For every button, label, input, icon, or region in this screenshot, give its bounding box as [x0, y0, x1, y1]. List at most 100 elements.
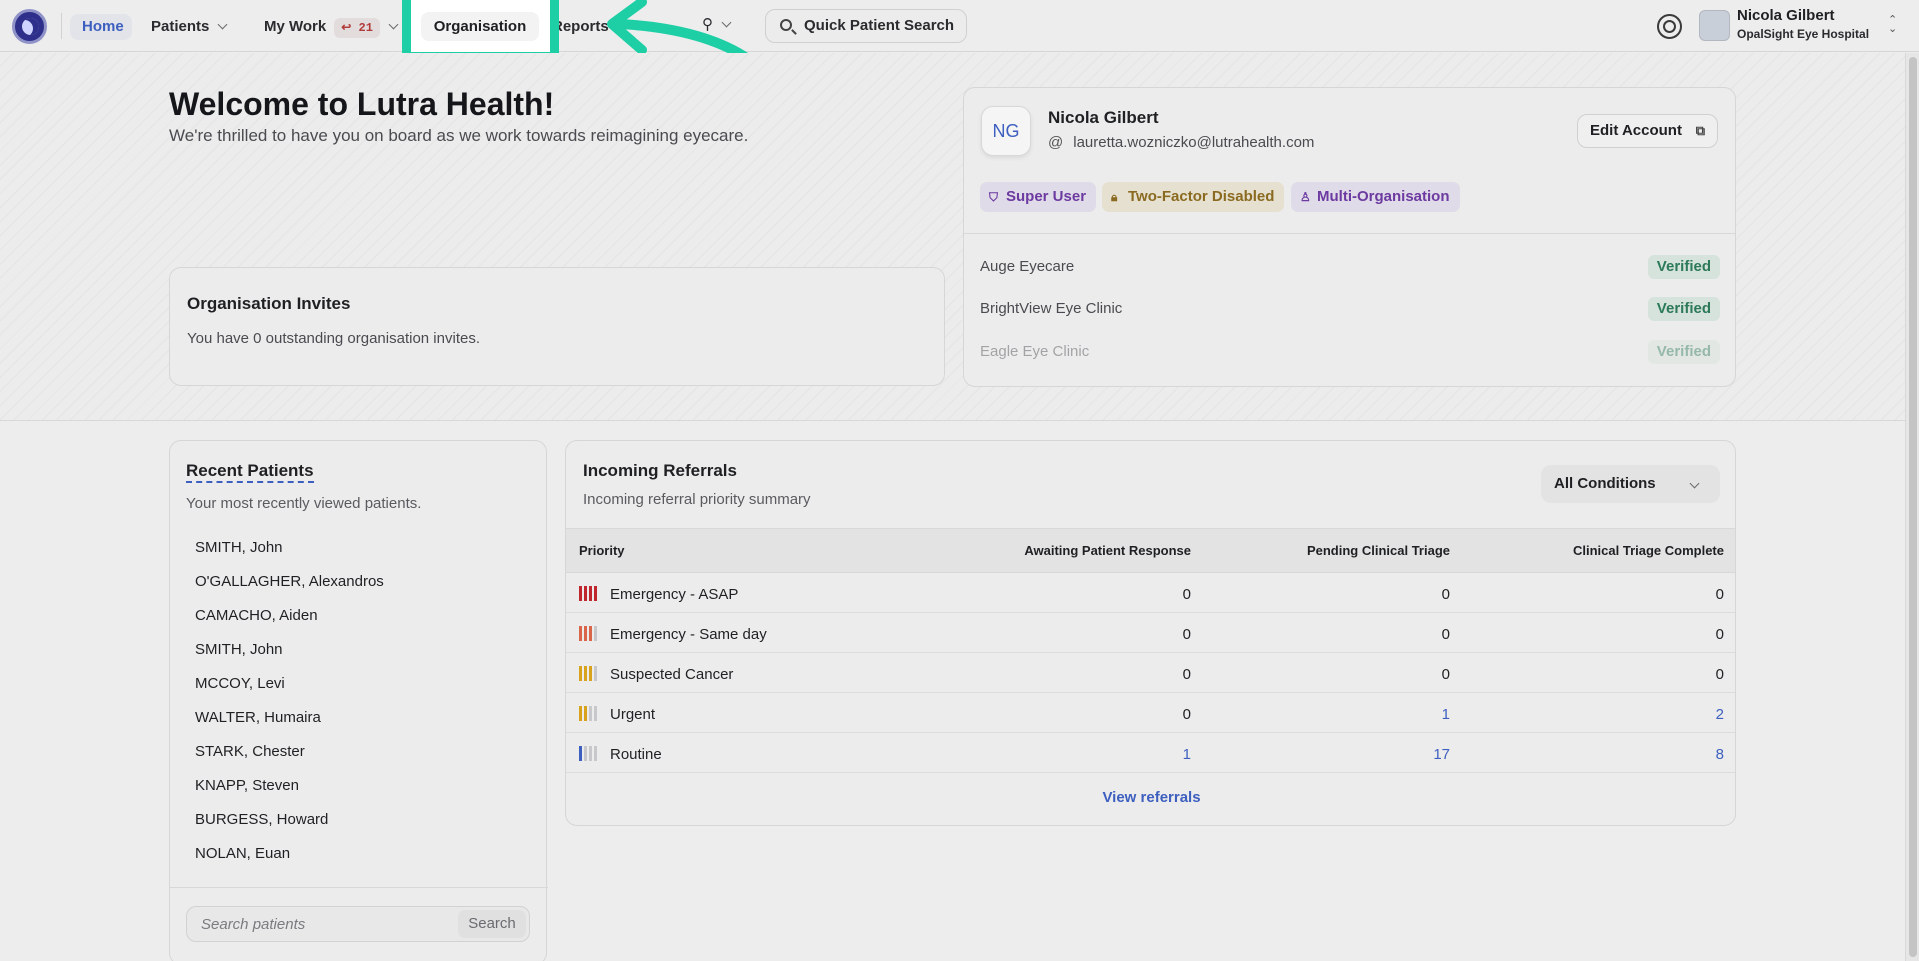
verified-badge: Verified: [1647, 255, 1720, 279]
conditions-select[interactable]: All Conditions: [1541, 465, 1720, 503]
welcome-title: Welcome to Lutra Health!: [169, 86, 555, 122]
account-name: Nicola Gilbert: [1048, 108, 1159, 127]
two-factor-tag: 🔒︎ Two-Factor Disabled: [1102, 182, 1285, 212]
super-user-label: Super User: [1006, 188, 1087, 205]
referral-row: Routine 1 17 8: [566, 734, 1735, 773]
two-factor-label: Two-Factor Disabled: [1128, 188, 1275, 205]
referral-row: Suspected Cancer 0 0 0: [566, 654, 1735, 693]
count-complete: 0: [1715, 626, 1724, 643]
priority-name: Emergency - ASAP: [610, 586, 739, 603]
priority-name: Urgent: [610, 706, 656, 723]
count-pending[interactable]: 17: [1350, 746, 1450, 763]
referrals-subtitle: Incoming referral priority summary: [583, 491, 811, 508]
org-name: Eagle Eye Clinic: [980, 343, 1090, 360]
count-awaiting[interactable]: 1: [1091, 746, 1191, 763]
quick-search-label: Quick Patient Search: [804, 17, 955, 34]
my-work-count: 21: [358, 21, 373, 35]
shield-icon: ⛉: [989, 190, 999, 204]
referrals-table-header: Priority Awaiting Patient Response Pendi…: [566, 528, 1735, 573]
chevron-down-icon: [388, 19, 399, 30]
recent-patient-item[interactable]: SMITH, John: [195, 539, 283, 556]
nav-my-work[interactable]: My Work ↩ 21: [264, 14, 399, 40]
welcome-subtitle: We're thrilled to have you on board as w…: [169, 126, 749, 145]
count-awaiting: 0: [1182, 626, 1191, 643]
chevron-down-icon: [1689, 478, 1700, 489]
search-patients-input[interactable]: [187, 907, 457, 941]
count-pending: 0: [1441, 666, 1450, 683]
at-icon: @: [1048, 134, 1064, 151]
priority-bars-icon: [579, 746, 603, 761]
count-complete[interactable]: 8: [1624, 746, 1724, 763]
col-pending: Pending Clinical Triage: [1306, 543, 1450, 558]
referrals-title: Incoming Referrals: [583, 461, 737, 480]
org-name: BrightView Eye Clinic: [980, 300, 1123, 317]
view-referrals-link[interactable]: View referrals: [566, 789, 1735, 806]
user-name[interactable]: Nicola Gilbert: [1737, 7, 1835, 24]
search-patients-button[interactable]: Search: [458, 910, 526, 938]
account-divider: [964, 233, 1735, 234]
scrollbar-thumb[interactable]: [1909, 57, 1917, 957]
multi-organisation-tag: ♙ Multi-Organisation: [1291, 182, 1460, 212]
organisation-avatar[interactable]: [1699, 10, 1730, 41]
nav-home[interactable]: Home: [70, 14, 132, 40]
col-complete: Clinical Triage Complete: [1573, 543, 1724, 558]
org-row[interactable]: Eagle Eye Clinic Verified: [980, 336, 1720, 368]
user-icon: ♙: [1300, 190, 1311, 204]
priority-name: Emergency - Same day: [610, 626, 767, 643]
user-initials-avatar: NG: [981, 106, 1031, 156]
referral-row: Emergency - Same day 0 0 0: [566, 614, 1735, 653]
conditions-select-value: All Conditions: [1554, 475, 1656, 492]
count-pending[interactable]: 1: [1350, 706, 1450, 723]
count-awaiting: 0: [1182, 586, 1191, 603]
recent-patient-item[interactable]: WALTER, Humaira: [195, 709, 321, 726]
verified-badge: Verified: [1647, 297, 1720, 321]
org-row[interactable]: Auge Eyecare Verified: [980, 251, 1720, 283]
recent-patient-item[interactable]: NOLAN, Euan: [195, 845, 290, 862]
org-name: Auge Eyecare: [980, 258, 1075, 275]
account-email-value: lauretta.wozniczko@lutrahealth.com: [1073, 134, 1315, 151]
recent-patients-subtitle: Your most recently viewed patients.: [186, 495, 422, 512]
nav-divider: [61, 13, 62, 39]
external-link-icon: ⧉: [1695, 123, 1705, 138]
priority-bars-icon: [579, 666, 603, 681]
recent-patient-item[interactable]: KNAPP, Steven: [195, 777, 299, 794]
recent-patients-card: Recent Patients Your most recently viewe…: [169, 440, 548, 961]
recent-patient-item[interactable]: MCCOY, Levi: [195, 675, 285, 692]
top-nav: Home Patients My Work ↩ 21 Reports Organi…: [0, 0, 1919, 61]
recent-patients-title[interactable]: Recent Patients: [186, 461, 314, 483]
priority-name: Routine: [610, 746, 662, 763]
recent-divider: [170, 887, 548, 888]
page-scrollbar[interactable]: [1905, 53, 1919, 961]
user-organisation[interactable]: OpalSight Eye Hospital: [1737, 27, 1869, 41]
recent-patient-item[interactable]: BURGESS, Howard: [195, 811, 328, 828]
nav-patients[interactable]: Patients: [151, 14, 228, 40]
priority-bars-icon: [579, 586, 603, 601]
account-email: @ lauretta.wozniczko@lutrahealth.com: [1048, 134, 1314, 151]
nav-patients-label: Patients: [151, 18, 210, 35]
priority-name: Suspected Cancer: [610, 666, 734, 683]
edit-account-button[interactable]: Edit Account ⧉: [1577, 114, 1718, 148]
nav-my-work-label: My Work: [264, 18, 327, 35]
recent-patient-item[interactable]: SMITH, John: [195, 641, 283, 658]
nav-organisation[interactable]: Organisation: [421, 12, 539, 41]
incoming-referrals-card: Incoming Referrals Incoming referral pri…: [565, 440, 1736, 826]
switch-account-icon[interactable]: ⌃ ⌄: [1888, 15, 1897, 35]
verified-badge: Verified: [1647, 340, 1720, 364]
org-row[interactable]: BrightView Eye Clinic Verified: [980, 293, 1720, 325]
recent-patient-item[interactable]: STARK, Chester: [195, 743, 305, 760]
multi-organisation-label: Multi-Organisation: [1317, 188, 1450, 205]
priority-bars-icon: [579, 706, 603, 721]
lutra-logo-icon[interactable]: [12, 9, 47, 44]
count-pending: 0: [1441, 626, 1450, 643]
count-complete: 0: [1715, 666, 1724, 683]
lock-icon: 🔒︎: [1111, 190, 1118, 204]
help-lifebuoy-icon[interactable]: [1657, 14, 1682, 39]
invites-text: You have 0 outstanding organisation invi…: [187, 330, 480, 347]
recent-patient-item[interactable]: O'GALLAGHER, Alexandros: [195, 573, 384, 590]
recent-patient-item[interactable]: CAMACHO, Aiden: [195, 607, 318, 624]
count-complete[interactable]: 2: [1624, 706, 1724, 723]
account-card: NG Nicola Gilbert @ lauretta.wozniczko@lu…: [963, 87, 1736, 387]
recent-search-bar: Search: [186, 906, 530, 942]
chevron-down-icon: [217, 19, 228, 30]
col-awaiting: Awaiting Patient Response: [1024, 543, 1191, 558]
